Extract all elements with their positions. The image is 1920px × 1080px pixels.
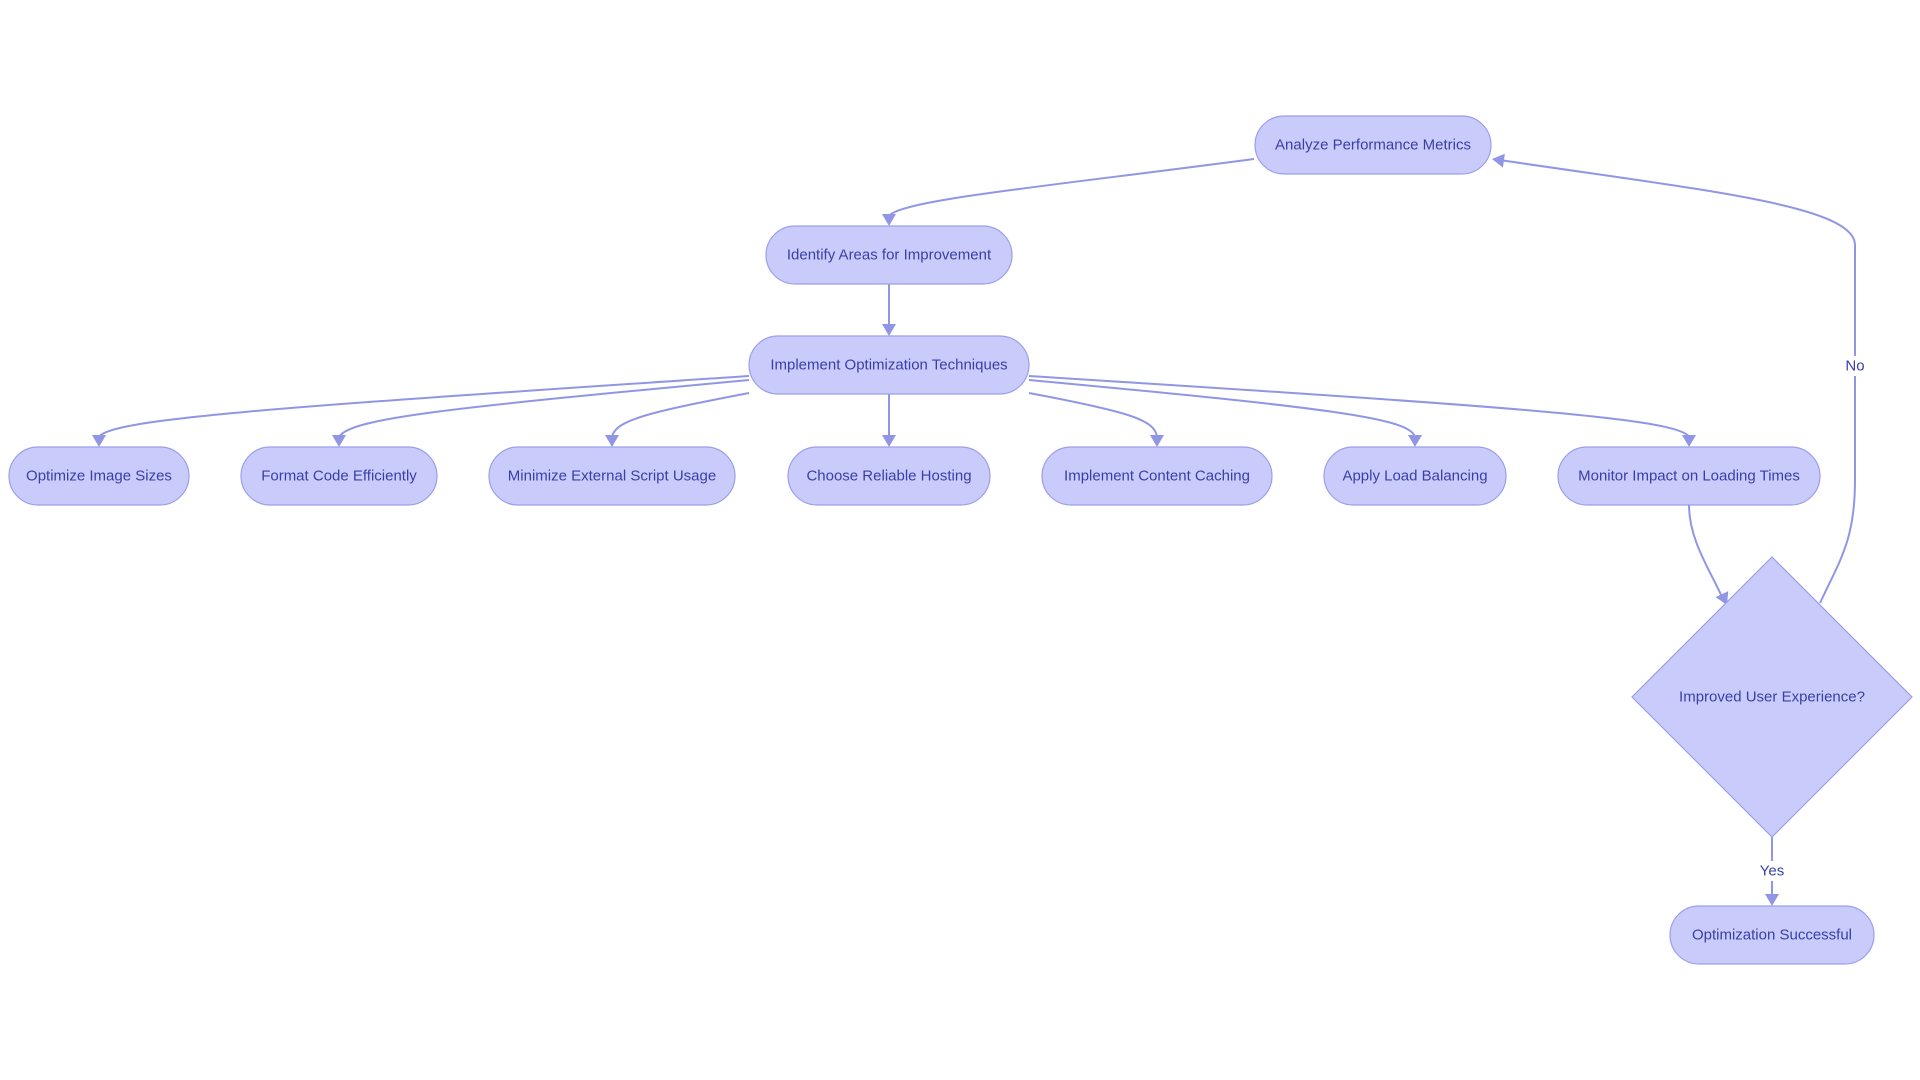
edge-label-yes: Yes xyxy=(1755,861,1789,881)
node-analyze[interactable]: Analyze Performance Metrics xyxy=(1254,115,1492,175)
node-label: Analyze Performance Metrics xyxy=(1275,137,1471,154)
node-label: Monitor Impact on Loading Times xyxy=(1578,468,1800,485)
edge-implement-to-caching xyxy=(1028,392,1164,447)
edge-line xyxy=(1028,375,1690,438)
node-caching[interactable]: Implement Content Caching xyxy=(1041,446,1273,506)
edge-label-text: No xyxy=(1845,358,1864,375)
arrowhead-icon xyxy=(882,435,896,447)
node-label: Implement Content Caching xyxy=(1064,468,1250,485)
node-identify[interactable]: Identify Areas for Improvement xyxy=(765,225,1013,285)
arrowhead-icon xyxy=(1492,153,1505,168)
arrowhead-icon xyxy=(1682,435,1696,447)
arrowhead-icon xyxy=(92,435,106,447)
node-format-code[interactable]: Format Code Efficiently xyxy=(240,446,438,506)
arrowhead-icon xyxy=(1408,435,1422,447)
node-label: Optimize Image Sizes xyxy=(26,468,172,485)
edge-label-text: Yes xyxy=(1760,863,1784,880)
edge-implement-to-monitor xyxy=(1028,375,1696,447)
edge-analyze-to-identify xyxy=(882,158,1255,226)
node-label: Improved User Experience? xyxy=(1679,689,1865,706)
arrowhead-icon xyxy=(882,214,896,226)
edge-implement-to-load_balancing xyxy=(1028,379,1422,447)
node-label: Implement Optimization Techniques xyxy=(770,357,1007,374)
edge-line xyxy=(1028,392,1158,438)
edge-implement-to-optimize_images xyxy=(92,375,750,447)
edge-line xyxy=(338,379,750,438)
edge-label-no: No xyxy=(1843,356,1867,376)
node-implement[interactable]: Implement Optimization Techniques xyxy=(748,335,1030,395)
node-success[interactable]: Optimization Successful xyxy=(1669,905,1875,965)
edge-identify-to-implement xyxy=(882,284,896,336)
node-label: Optimization Successful xyxy=(1692,927,1852,944)
edge-line xyxy=(98,375,750,438)
arrowhead-icon xyxy=(1150,435,1164,447)
node-minimize-scripts[interactable]: Minimize External Script Usage xyxy=(488,446,736,506)
edge-line xyxy=(1499,159,1856,604)
edge-implement-to-hosting xyxy=(882,394,896,447)
arrowhead-icon xyxy=(882,324,896,336)
flowchart-canvas: Analyze Performance Metrics Identify Area… xyxy=(8,115,1913,965)
arrowhead-icon xyxy=(605,435,619,447)
node-label: Format Code Efficiently xyxy=(261,468,417,485)
arrowhead-icon xyxy=(1765,894,1779,906)
edge-implement-to-minimize_scripts xyxy=(605,392,750,447)
edge-line xyxy=(611,392,750,438)
node-optimize-images[interactable]: Optimize Image Sizes xyxy=(8,446,190,506)
node-hosting[interactable]: Choose Reliable Hosting xyxy=(787,446,991,506)
node-label: Minimize External Script Usage xyxy=(508,468,716,485)
node-label: Choose Reliable Hosting xyxy=(806,468,971,485)
arrowhead-icon xyxy=(332,435,346,447)
edge-line xyxy=(1688,504,1723,598)
nodes-layer: Analyze Performance Metrics Identify Area… xyxy=(8,115,1913,965)
node-decision[interactable]: Improved User Experience? xyxy=(1631,556,1913,838)
edge-line xyxy=(888,158,1255,217)
edge-monitor-to-decision xyxy=(1688,504,1729,605)
node-label: Identify Areas for Improvement xyxy=(787,247,992,264)
node-label: Apply Load Balancing xyxy=(1342,468,1487,485)
edge-decision-to-analyze xyxy=(1492,153,1856,604)
node-monitor[interactable]: Monitor Impact on Loading Times xyxy=(1557,446,1821,506)
node-load-balancing[interactable]: Apply Load Balancing xyxy=(1323,446,1507,506)
